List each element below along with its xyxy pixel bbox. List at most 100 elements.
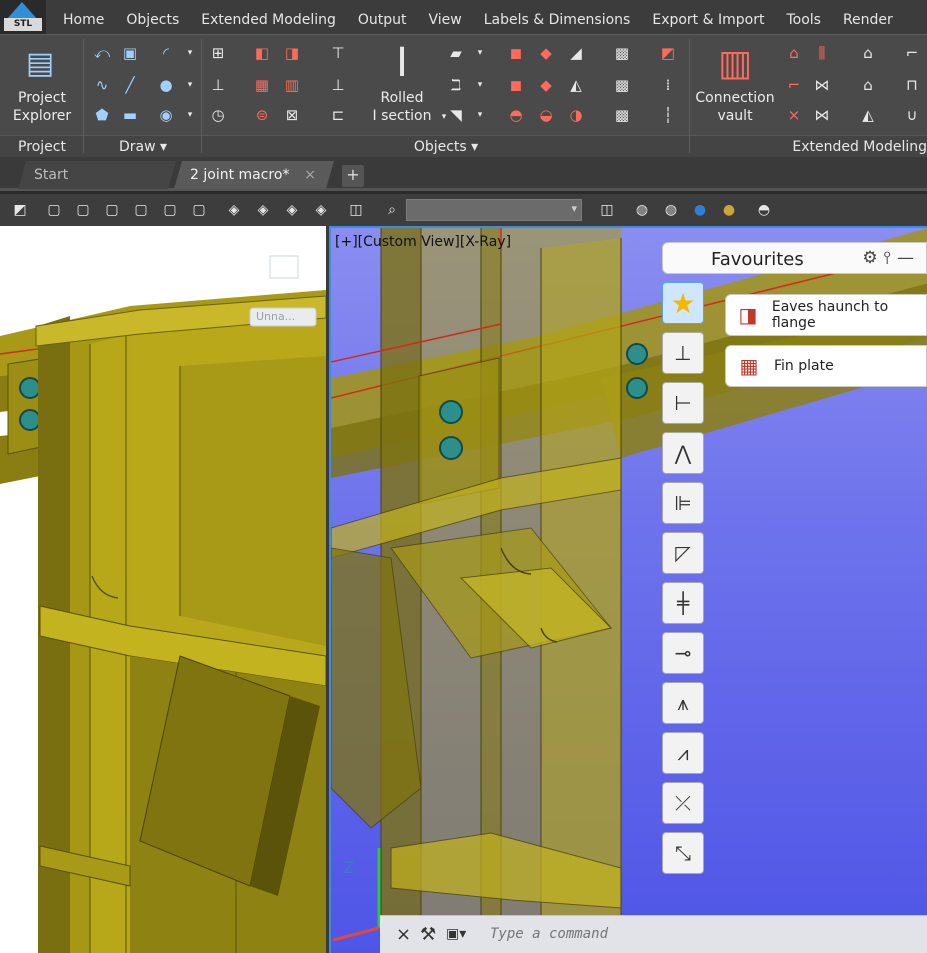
rolled-i-section-icon[interactable]: I: [384, 40, 420, 86]
clipboard-icon[interactable]: ▣: [120, 43, 140, 63]
polygon-icon[interactable]: ⬟: [92, 105, 112, 125]
bracing-icon[interactable]: ⨯: [784, 105, 804, 125]
group-label-draw[interactable]: Draw ▾: [84, 135, 202, 157]
clip-angle-button[interactable]: ⊸: [662, 632, 704, 674]
shaded-icon[interactable]: ●: [690, 200, 710, 220]
double-section-icon[interactable]: ℶ: [446, 75, 466, 95]
tab-tools[interactable]: Tools: [775, 10, 832, 34]
named-view-dropdown[interactable]: ▾: [406, 199, 582, 221]
tee-icon[interactable]: ⊤: [328, 43, 348, 63]
view-back-icon[interactable]: ▢: [73, 200, 93, 220]
cut-icon-2[interactable]: ◆: [536, 75, 556, 95]
rolled-i-section-button[interactable]: Rolled I section: [366, 89, 438, 125]
visual-style-icon[interactable]: ◫: [597, 200, 617, 220]
dots-grid-icon[interactable]: ⁞: [658, 75, 678, 95]
pattern-icon-2[interactable]: ▩: [612, 75, 632, 95]
grid-icon[interactable]: ⊞: [208, 43, 228, 63]
polyline-icon[interactable]: ⤺: [92, 43, 112, 63]
column-pair-icon[interactable]: ⫼: [812, 43, 832, 63]
favourite-item-fin-plate[interactable]: ▦ Fin plate: [725, 345, 927, 387]
bracing-button[interactable]: ◸: [662, 532, 704, 574]
tab-2-joint-macro[interactable]: 2 joint macro* ×: [174, 161, 334, 189]
circle-icon[interactable]: ●: [156, 75, 176, 95]
stair-icon[interactable]: ▥: [282, 75, 302, 95]
weld-icon-1[interactable]: ◼: [506, 43, 526, 63]
arc-icon[interactable]: ◜: [156, 43, 176, 63]
truss-2-icon[interactable]: ⋈: [812, 105, 832, 125]
tab-home[interactable]: Home: [52, 10, 115, 34]
iso-ne-icon[interactable]: ◈: [282, 200, 302, 220]
camera-icon[interactable]: ◫: [346, 200, 366, 220]
arc-dropdown-icon[interactable]: ▾: [180, 43, 200, 63]
portal-frame-icon[interactable]: ⌂: [784, 43, 804, 63]
minimize-icon[interactable]: —: [897, 248, 920, 268]
axis-icon[interactable]: ⊥: [208, 75, 228, 95]
house-filled-icon[interactable]: ⌂: [858, 43, 878, 63]
project-explorer-button[interactable]: Project Explorer: [0, 89, 84, 125]
railing-icon[interactable]: ⊓: [902, 75, 922, 95]
tab-export-import[interactable]: Export & Import: [641, 10, 775, 34]
left-viewport[interactable]: Unna...: [0, 226, 326, 953]
group-label-extended-modeling[interactable]: Extended Modeling: [690, 135, 927, 157]
pattern-icon-3[interactable]: ▩: [612, 105, 632, 125]
zoom-icon[interactable]: ⌕: [382, 200, 402, 220]
stair-tool-icon[interactable]: ⌐: [902, 43, 922, 63]
shear-stud-icon[interactable]: ⊠: [282, 105, 302, 125]
view-bottom-icon[interactable]: ▢: [189, 200, 209, 220]
section-icon[interactable]: ⊥: [328, 75, 348, 95]
wireframe-icon[interactable]: ◍: [632, 200, 652, 220]
apex-button[interactable]: ⋀: [662, 432, 704, 474]
pattern-icon-1[interactable]: ▩: [612, 43, 632, 63]
tab-output[interactable]: Output: [347, 10, 418, 34]
favourites-star-button[interactable]: ★: [662, 282, 704, 324]
clock-icon[interactable]: ◷: [208, 105, 228, 125]
cut-icon-1[interactable]: ◼: [506, 75, 526, 95]
tab-view[interactable]: View: [418, 10, 473, 34]
bolt-group-icon[interactable]: ⊜: [252, 105, 272, 125]
truss-icon[interactable]: ⋈: [812, 75, 832, 95]
command-input[interactable]: [490, 926, 750, 942]
ruler-icon[interactable]: ┆: [658, 105, 678, 125]
close-tab-icon[interactable]: ×: [304, 161, 316, 189]
purlin-button[interactable]: ⤡: [662, 832, 704, 874]
eraser-icon[interactable]: ◩: [658, 43, 678, 63]
plate-flat-icon[interactable]: ▰: [446, 43, 466, 63]
weld-icon-2[interactable]: ◆: [536, 43, 556, 63]
bent-dropdown-icon[interactable]: ▾: [470, 105, 490, 125]
ellipse-dropdown-icon[interactable]: ▾: [180, 105, 200, 125]
ellipse-icon[interactable]: ◉: [156, 105, 176, 125]
app-logo[interactable]: STL: [0, 0, 46, 34]
feature-icon-3[interactable]: ◑: [566, 105, 586, 125]
wrench-icon[interactable]: ⚒: [420, 924, 436, 945]
line-icon[interactable]: ╱: [120, 75, 140, 95]
connection-vault-icon[interactable]: ▥: [716, 41, 754, 85]
iso-sw-icon[interactable]: ◈: [224, 200, 244, 220]
frame-icon[interactable]: ⌐: [784, 75, 804, 95]
truss-connection-button[interactable]: ⩘: [662, 732, 704, 774]
group-label-project[interactable]: Project: [0, 135, 84, 157]
feature-icon-1[interactable]: ◓: [506, 105, 526, 125]
channel-icon[interactable]: ⊏: [328, 105, 348, 125]
realistic-icon[interactable]: ●: [719, 200, 739, 220]
rectangle-icon[interactable]: ▬: [120, 105, 140, 125]
project-explorer-icon[interactable]: ▤: [22, 45, 58, 81]
tab-render[interactable]: Render: [832, 10, 904, 34]
new-tab-button[interactable]: +: [342, 165, 364, 187]
render-icon[interactable]: ◓: [754, 200, 774, 220]
gear-icon[interactable]: ⚙: [862, 248, 883, 268]
tab-objects[interactable]: Objects: [115, 10, 190, 34]
view-left-icon[interactable]: ▢: [102, 200, 122, 220]
hidden-icon[interactable]: ◍: [661, 200, 681, 220]
spline-icon[interactable]: ∿: [92, 75, 112, 95]
weld-icon-3[interactable]: ◢: [566, 43, 586, 63]
view-front-icon[interactable]: ▢: [44, 200, 64, 220]
iso-nw-icon[interactable]: ◈: [311, 200, 331, 220]
tab-labels-dimensions[interactable]: Labels & Dimensions: [473, 10, 642, 34]
iso-se-icon[interactable]: ◈: [253, 200, 273, 220]
base-plate-button[interactable]: ⊥: [662, 332, 704, 374]
close-command-icon[interactable]: ×: [396, 924, 411, 945]
cross-bracing-button[interactable]: ⤫: [662, 782, 704, 824]
house-outline-icon[interactable]: ⌂: [858, 75, 878, 95]
connection-vault-button[interactable]: Connection vault: [690, 89, 780, 125]
favourite-item-eaves-haunch[interactable]: ◨ Eaves haunch to flange: [725, 294, 927, 336]
